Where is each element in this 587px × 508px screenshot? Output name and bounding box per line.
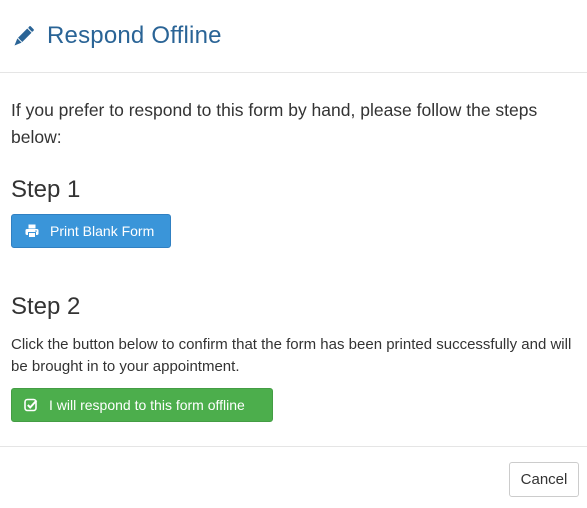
step2-description: Click the button below to confirm that t… <box>11 336 572 375</box>
respond-offline-label: I will respond to this form offline <box>49 397 245 413</box>
print-blank-form-button[interactable]: Print Blank Form <box>11 214 171 248</box>
printer-icon <box>25 224 39 238</box>
step1-title: Step 1 <box>11 176 81 203</box>
respond-offline-button[interactable]: I will respond to this form offline <box>11 388 273 422</box>
checkbox-checked-icon <box>24 398 38 412</box>
modal-header: Respond Offline <box>0 0 587 73</box>
respond-offline-modal: Respond Offline If you prefer to respond… <box>0 0 587 508</box>
step2-title: Step 2 <box>11 293 81 320</box>
modal-body: If you prefer to respond to this form by… <box>0 97 587 422</box>
modal-footer: Cancel <box>0 446 587 508</box>
pencil-icon <box>11 25 35 49</box>
modal-title: Respond Offline <box>47 22 222 49</box>
cancel-button[interactable]: Cancel <box>509 462 579 497</box>
intro-text: If you prefer to respond to this form by… <box>11 100 538 147</box>
print-blank-form-label: Print Blank Form <box>50 223 155 239</box>
